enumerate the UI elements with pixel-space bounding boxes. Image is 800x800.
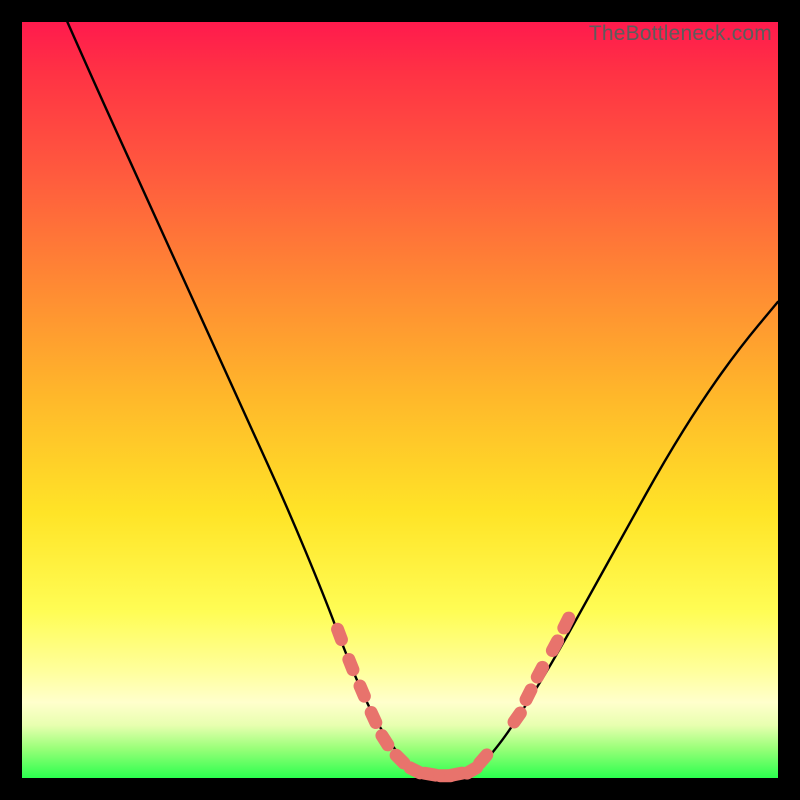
- curve-marker: [329, 621, 350, 648]
- bottleneck-curve: [67, 22, 778, 778]
- plot-area: TheBottleneck.com: [22, 22, 778, 778]
- curve-marker: [517, 681, 539, 708]
- chart-frame: TheBottleneck.com: [0, 0, 800, 800]
- curve-layer: [22, 22, 778, 778]
- curve-marker: [544, 632, 567, 659]
- curve-marker: [528, 659, 551, 686]
- curve-marker: [351, 678, 372, 705]
- curve-marker: [505, 704, 529, 731]
- curve-markers: [329, 609, 577, 783]
- curve-marker: [340, 651, 361, 678]
